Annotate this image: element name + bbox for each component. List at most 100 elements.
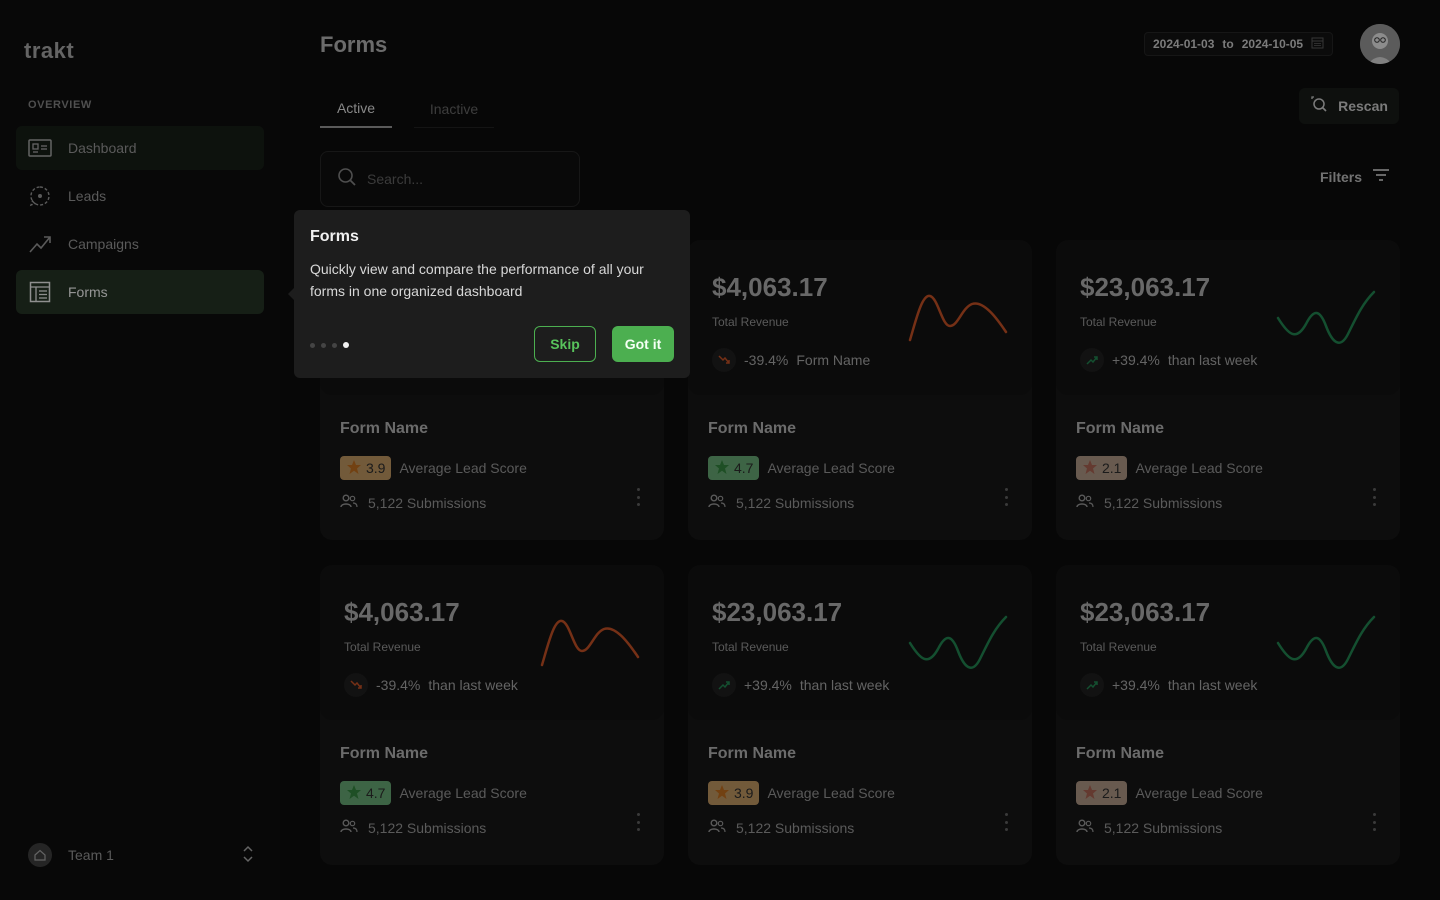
trend-suffix: Form Name [796,352,871,368]
lead-score: 3.9 Average Lead Score [708,781,895,805]
submissions-count: 5,122 Submissions [736,494,855,511]
form-card[interactable]: $23,063.17 Total Revenue +39.4% than las… [688,565,1032,865]
users-icon [708,494,726,511]
revenue-amount: $23,063.17 [1080,272,1211,302]
score-label: Average Lead Score [1135,460,1263,476]
trend-up-icon [712,673,736,697]
star-icon [346,459,362,478]
team-switcher[interactable]: Team 1 [28,842,256,868]
trend-down-icon [344,673,368,697]
form-name: Form Name [708,745,797,762]
date-separator: to [1222,37,1234,51]
sparkline [908,294,1008,342]
score-badge: 2.1 [1076,781,1128,805]
tab-inactive[interactable]: Inactive [414,90,494,128]
lead-score: 4.7 Average Lead Score [708,456,895,480]
page-title: Forms [320,32,388,57]
revenue-amount: $23,063.17 [712,597,843,627]
rescan-button[interactable]: Rescan [1299,88,1399,124]
trend-suffix: than last week [1167,352,1258,368]
form-name: Form Name [340,420,429,437]
onboarding-tooltip: Forms Quickly view and compare the perfo… [288,210,690,378]
team-avatar [28,843,52,867]
tooltip-title: Forms [310,228,359,245]
sidebar-item-label: Dashboard [68,140,137,156]
section-label-overview: OVERVIEW [28,99,92,111]
revenue-label: Total Revenue [344,640,421,654]
sparkline [1276,290,1376,344]
users-icon [1076,494,1094,511]
lead-score: 4.7 Average Lead Score [340,781,527,805]
score-label: Average Lead Score [399,785,527,801]
trend-up-icon [1080,348,1104,372]
search-icon [337,167,357,192]
tooltip-body: Quickly view and compare the performance… [310,261,644,299]
form-name: Form Name [1076,420,1165,437]
more-options-icon[interactable] [1370,813,1378,831]
card-revenue-section: $23,063.17 Total Revenue +39.4% than las… [1056,240,1400,395]
skip-button[interactable]: Skip [534,326,596,362]
card-revenue-section: $4,063.17 Total Revenue -39.4% Form Name [688,240,1032,395]
search-box[interactable] [320,151,580,207]
submissions: 5,122 Submissions [708,494,854,511]
submissions: 5,122 Submissions [1076,819,1222,836]
tour-progress-dots [310,342,349,348]
score-label: Average Lead Score [767,785,895,801]
form-name: Form Name [708,420,797,437]
app-logo[interactable]: trakt [24,38,74,64]
tab-active[interactable]: Active [320,90,392,128]
form-card[interactable]: $4,063.17 Total Revenue -39.4% Form Name… [688,240,1032,540]
trend-indicator: +39.4% than last week [1080,673,1257,697]
sidebar: trakt OVERVIEW Dashboard Leads Campaigns… [0,0,280,900]
sidebar-item-forms[interactable]: Forms [16,270,264,314]
trend-percent: +39.4% [744,677,792,693]
sidebar-item-campaigns[interactable]: Campaigns [16,222,264,266]
form-card[interactable]: $23,063.17 Total Revenue +39.4% than las… [1056,240,1400,540]
star-icon [714,459,730,478]
form-card[interactable]: $23,063.17 Total Revenue +39.4% than las… [1056,565,1400,865]
trend-percent: +39.4% [1112,677,1160,693]
sidebar-item-label: Leads [68,188,107,204]
users-icon [340,494,358,511]
submissions-count: 5,122 Submissions [736,819,855,836]
user-avatar[interactable] [1360,24,1400,64]
revenue-label: Total Revenue [1080,315,1157,329]
more-options-icon[interactable] [634,488,642,506]
score-value: 3.9 [366,460,386,476]
submissions: 5,122 Submissions [340,494,486,511]
revenue-label: Total Revenue [712,315,789,329]
score-badge: 4.7 [340,781,392,805]
score-label: Average Lead Score [399,460,527,476]
form-card[interactable]: $4,063.17 Total Revenue -39.4% than last… [320,565,664,865]
star-icon [1082,784,1098,803]
revenue-label: Total Revenue [1080,640,1157,654]
revenue-amount: $4,063.17 [344,597,460,627]
date-range-picker[interactable]: 2024-01-03 to 2024-10-05 [1144,32,1334,56]
sidebar-item-dashboard[interactable]: Dashboard [16,126,264,170]
card-revenue-section: $4,063.17 Total Revenue -39.4% than last… [320,565,664,720]
score-value: 2.1 [1102,460,1122,476]
filters-button[interactable]: Filters [1320,168,1390,185]
calendar-icon [1311,36,1324,52]
more-options-icon[interactable] [1002,813,1010,831]
more-options-icon[interactable] [1370,488,1378,506]
search-input[interactable] [367,171,557,187]
more-options-icon[interactable] [634,813,642,831]
users-icon [708,819,726,836]
date-to: 2024-10-05 [1241,37,1304,51]
got-it-button[interactable]: Got it [612,326,674,362]
more-options-icon[interactable] [1002,488,1010,506]
score-label: Average Lead Score [1135,785,1263,801]
score-badge: 3.9 [340,456,392,480]
trend-up-icon [1080,673,1104,697]
revenue-amount: $4,063.17 [712,272,828,302]
submissions-count: 5,122 Submissions [368,494,487,511]
submissions-count: 5,122 Submissions [1104,819,1223,836]
submissions: 5,122 Submissions [1076,494,1222,511]
form-name: Form Name [340,745,429,762]
dashboard-icon [28,136,52,160]
trend-suffix: than last week [1167,677,1258,693]
card-revenue-section: $23,063.17 Total Revenue +39.4% than las… [688,565,1032,720]
sidebar-item-leads[interactable]: Leads [16,174,264,218]
sparkline [1276,615,1376,669]
